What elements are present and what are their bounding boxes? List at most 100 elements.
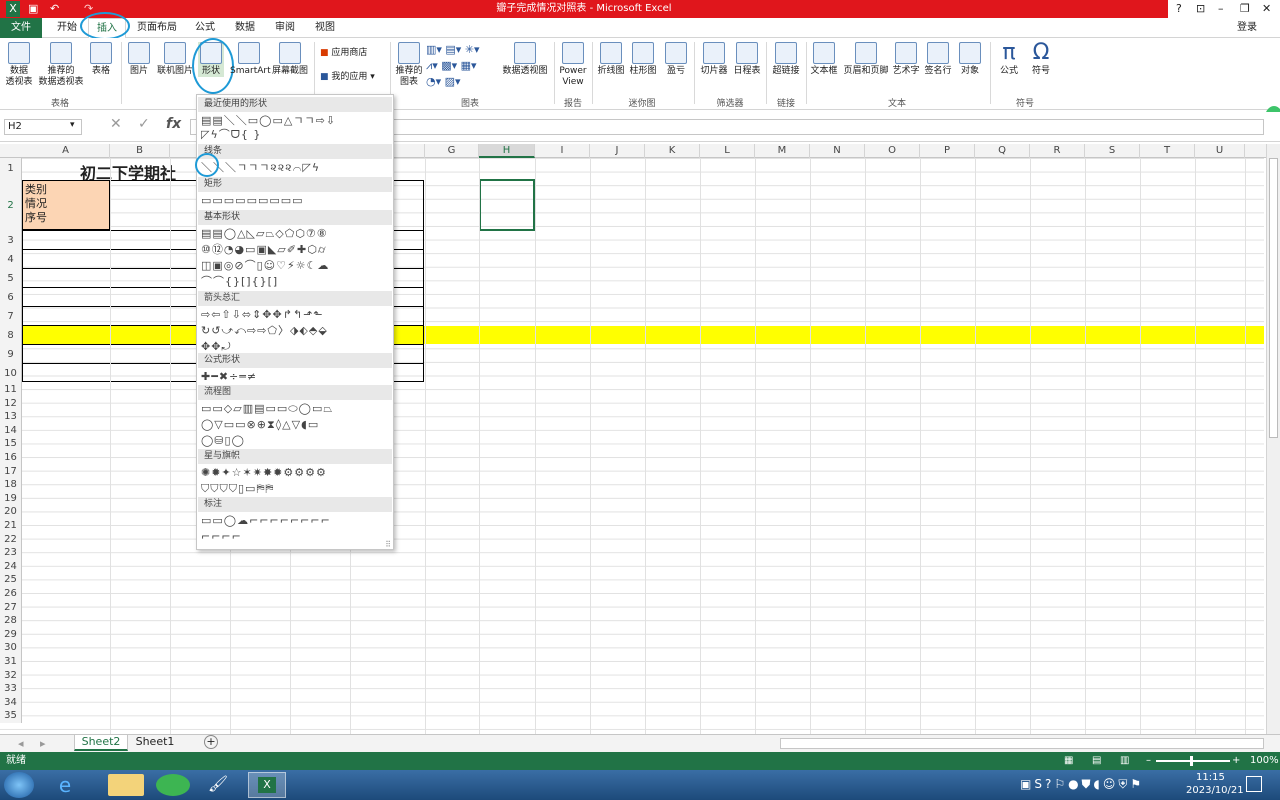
recent-shapes-row[interactable]: ▤▤＼＼▭◯▭△ㄱㄱ⇨⇩ [201, 113, 389, 128]
zoom-slider[interactable] [1156, 760, 1230, 762]
recommended-charts-button[interactable]: 推荐的 图表 [394, 42, 424, 88]
selected-cell-h2[interactable] [479, 179, 535, 231]
textbox-button[interactable]: 文本框 [808, 42, 840, 77]
signature-line-button[interactable]: 签名行 [922, 42, 954, 77]
ie-icon[interactable]: e [48, 774, 82, 796]
lines-row[interactable]: ＼＼＼ㄱㄱㄱ૨૨૨⌒◸ϟ [201, 160, 389, 175]
recent-shapes-row[interactable]: ◸ϟ⌒ᗜ{ } [201, 127, 389, 142]
column-header-h[interactable]: H [479, 144, 535, 158]
prev-sheet-icon[interactable]: ◂ [18, 737, 24, 750]
vertical-scrollbar[interactable] [1266, 144, 1280, 734]
column-header-q[interactable]: Q [975, 144, 1030, 158]
tab-page-layout[interactable]: 页面布局 [134, 18, 180, 38]
row-header-13[interactable]: 13 [0, 410, 22, 424]
online-picture-button[interactable]: 联机图片 [154, 42, 196, 77]
basic-shapes-row[interactable]: ⌒⌒{}[]{}[] [201, 274, 389, 289]
row-header-27[interactable]: 27 [0, 600, 22, 615]
screenshot-button[interactable]: 屏幕截图 [270, 42, 310, 77]
stars-row[interactable]: ✺✹✦☆✶✷✸✹⚙⚙⚙⚙ [201, 465, 389, 480]
sparkline-column-button[interactable]: 柱形图 [628, 42, 658, 77]
rectangles-row[interactable]: ▭▭▭▭▭▭▭▭▭ [201, 193, 389, 208]
row-header-10[interactable]: 10 [0, 364, 22, 383]
normal-view-icon[interactable]: ▦ [1064, 752, 1073, 770]
page-layout-view-icon[interactable]: ▤ [1092, 752, 1101, 770]
row-header-9[interactable]: 9 [0, 345, 22, 364]
timeline-button[interactable]: 日程表 [732, 42, 762, 77]
flowchart-row[interactable]: ▭▭◇▱▥▤▭▭⬭◯▭⏢ [201, 401, 389, 416]
browser-icon[interactable] [156, 774, 190, 796]
basic-shapes-row[interactable]: ◫▣◎⊘⌒▯☺♡⚡☼☾☁ [201, 258, 389, 273]
row-header-15[interactable]: 15 [0, 437, 22, 451]
row-header-22[interactable]: 22 [0, 532, 22, 547]
name-box-dropdown-icon[interactable]: ▾ [70, 120, 75, 130]
recommended-pivot-button[interactable]: 推荐的 数据透视表 [36, 42, 86, 88]
app-store-button[interactable]: ■ 应用商店 [320, 48, 376, 59]
row-header-23[interactable]: 23 [0, 546, 22, 560]
row-header-14[interactable]: 14 [0, 423, 22, 438]
tab-review[interactable]: 审阅 [270, 18, 300, 38]
row-header-31[interactable]: 31 [0, 655, 22, 669]
column-header-m[interactable]: M [755, 144, 810, 158]
column-header-l[interactable]: L [700, 144, 755, 158]
row-header-19[interactable]: 19 [0, 491, 22, 506]
row-header-4[interactable]: 4 [0, 250, 22, 269]
hyperlink-button[interactable]: 超链接 [770, 42, 802, 77]
signin-link[interactable]: 登录 [1230, 18, 1264, 38]
symbol-button[interactable]: Ω 符号 [1026, 40, 1056, 77]
clock-time[interactable]: 11:15 [1196, 772, 1225, 783]
row-header-29[interactable]: 29 [0, 627, 22, 642]
pivot-chart-button[interactable]: 数据透视图 [500, 42, 550, 77]
pivot-table-button[interactable]: 数据 透视表 [4, 42, 34, 88]
zoom-in-icon[interactable]: + [1232, 752, 1240, 770]
row-header-8[interactable]: 8 [0, 326, 22, 345]
ribbon-options-icon[interactable]: ⊡ [1196, 1, 1205, 17]
smartart-button[interactable]: SmartArt [230, 42, 271, 77]
scroll-thumb[interactable] [1269, 158, 1278, 438]
column-header-j[interactable]: J [590, 144, 645, 158]
flowchart-row[interactable]: ◯▽▭▭⊗⊕⧗◊△▽◖▭ [201, 417, 389, 432]
explorer-icon[interactable] [108, 774, 144, 796]
zoom-out-icon[interactable]: – [1146, 752, 1151, 770]
basic-shapes-row[interactable]: ⑩⑫◔◕▭▣◣▱✐✚⬡⌭ [201, 242, 389, 257]
restore-icon[interactable]: ❐ [1240, 1, 1250, 17]
row-header-33[interactable]: 33 [0, 682, 22, 696]
row-header-20[interactable]: 20 [0, 505, 22, 519]
column-header-a[interactable]: A [22, 144, 110, 158]
picture-button[interactable]: 图片 [126, 42, 152, 77]
insert-function-icon[interactable]: fx [166, 116, 181, 132]
resize-grip-icon[interactable]: ⠿ [385, 540, 391, 549]
row-header-28[interactable]: 28 [0, 614, 22, 628]
object-button[interactable]: 对象 [956, 42, 984, 77]
equation-shapes-row[interactable]: ✚━✖÷═≠ [201, 369, 389, 384]
arrows-row[interactable]: ⇨⇦⇧⇩⬄⇕✥✥↱↰⬏⬑ [201, 307, 389, 322]
tab-home[interactable]: 开始 [50, 18, 84, 38]
my-apps-button[interactable]: ■ 我的应用 ▾ [320, 72, 382, 83]
zoom-level[interactable]: 100% [1250, 752, 1279, 770]
column-header-g[interactable]: G [425, 144, 479, 158]
row-header-24[interactable]: 24 [0, 559, 22, 574]
row-header-32[interactable]: 32 [0, 668, 22, 683]
row-header-35[interactable]: 35 [0, 709, 22, 723]
row-header-21[interactable]: 21 [0, 519, 22, 533]
row-header-6[interactable]: 6 [0, 288, 22, 307]
column-header-t[interactable]: T [1140, 144, 1195, 158]
tab-formulas[interactable]: 公式 [190, 18, 220, 38]
table-button[interactable]: 表格 [88, 42, 114, 77]
page-break-view-icon[interactable]: ▥ [1120, 752, 1129, 770]
power-view-button[interactable]: Power View [558, 42, 588, 88]
sheet-tab-sheet1[interactable]: Sheet1 [130, 735, 180, 751]
column-header-i[interactable]: I [535, 144, 590, 158]
column-header-u[interactable]: U [1195, 144, 1245, 158]
chart-type-buttons[interactable]: ▥▾ ▤▾ ✳▾ ⩘▾ ▩▾ ▦▾ ◔▾ ▨▾ [426, 42, 498, 90]
callouts-row[interactable]: ▭▭◯☁⌐⌐⌐⌐⌐⌐⌐⌐ [201, 513, 389, 528]
row-header-34[interactable]: 34 [0, 695, 22, 710]
enter-icon[interactable]: ✓ [138, 116, 150, 132]
next-sheet-icon[interactable]: ▸ [40, 737, 46, 750]
minimize-icon[interactable]: – [1218, 1, 1224, 17]
sparkline-line-button[interactable]: 折线图 [596, 42, 626, 77]
flowchart-row[interactable]: ◯⛁▯◯ [201, 433, 389, 448]
row-header-2[interactable]: 2 [0, 180, 22, 231]
row-header-30[interactable]: 30 [0, 641, 22, 655]
help-icon[interactable]: ? [1176, 1, 1182, 17]
sheet-tab-sheet2[interactable]: Sheet2 [74, 735, 128, 751]
